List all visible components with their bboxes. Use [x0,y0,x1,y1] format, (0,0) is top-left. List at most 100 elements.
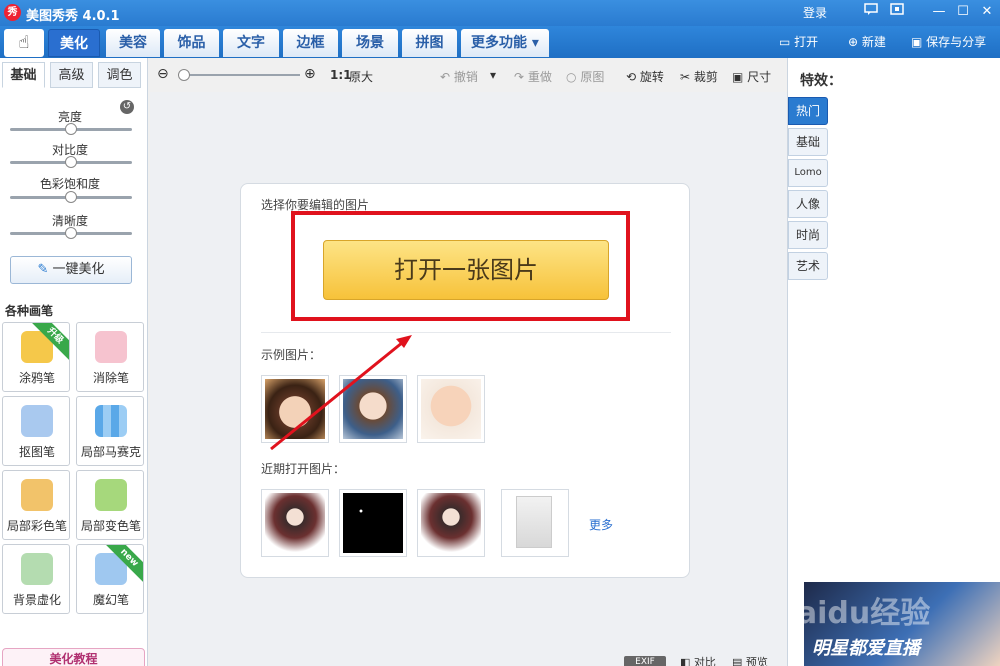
tab-beautify[interactable]: 美化 [48,29,100,57]
brush-magic[interactable]: new 魔幻笔 [76,544,144,614]
sharpness-slider[interactable] [10,227,132,239]
fx-tab-portrait[interactable]: 人像 [788,190,828,218]
brush-label: 魔幻笔 [92,593,129,607]
more-link[interactable]: 更多 [589,516,613,533]
message-icon[interactable] [860,3,882,21]
recent-image-2[interactable] [339,489,407,557]
undo-label: 撤销 [453,70,478,84]
close-button[interactable]: ✕ [976,3,998,21]
recent-images-title: 近期打开图片： [261,462,346,476]
sharpness-knob[interactable] [65,227,77,239]
brush-cutout[interactable]: 抠图笔 [2,396,70,466]
plus-circle-icon: ⊕ [848,35,859,49]
brush-label: 局部马赛克 [80,445,141,459]
tab-collage[interactable]: 拼图 [402,29,457,57]
fx-tab-basic[interactable]: 基础 [788,128,828,156]
brush-graffiti[interactable]: 升级 涂鸦笔 [2,322,70,392]
brush-background-blur[interactable]: 背景虚化 [2,544,70,614]
brush-label: 消除笔 [92,371,129,385]
zoom-in-icon[interactable]: ⊕ [304,66,316,82]
zoom-slider[interactable] [178,69,300,81]
recent-image-1[interactable] [261,489,329,557]
preview-button[interactable]: ▤ 预览 [732,654,768,666]
open-action-label: 打开 [794,35,819,49]
zoom-knob[interactable] [178,69,190,81]
tab-text[interactable]: 文字 [223,29,279,57]
fx-tab-art[interactable]: 艺术 [788,252,828,280]
subtab-basic[interactable]: 基础 [2,62,45,88]
brush-eraser[interactable]: 消除笔 [76,322,144,392]
rotate-button[interactable]: ⟲ 旋转 [626,68,664,85]
tab-accessories[interactable]: 饰品 [164,29,219,57]
pen-cutout-icon [21,405,53,437]
rotate-icon: ⟲ [626,70,637,84]
one-click-beautify-button[interactable]: ✎ 一键美化 [10,256,132,284]
brightness-knob[interactable] [65,123,77,135]
bottom-bar: EXIF ◧ 对比 ▤ 预览 [150,652,787,666]
brush-mosaic[interactable]: 局部马赛克 [76,396,144,466]
original-image-button[interactable]: ○ 原图 [566,68,604,85]
sample-image-2[interactable] [339,375,407,443]
one-click-label: 一键美化 [52,262,105,277]
divider [261,332,671,333]
brush-color-change[interactable]: 局部变色笔 [76,470,144,540]
brush-label: 涂鸦笔 [18,371,55,385]
brushes-title: 各种画笔 [5,304,54,318]
hand-tool-button[interactable]: ☝ [4,29,44,57]
tab-more-features[interactable]: 更多功能 ▾ [461,29,549,57]
original-size-button[interactable]: 原大 [349,68,373,85]
document-thumbnail [516,496,552,548]
ad-banner[interactable]: Baidu经验 明星都爱直播 [804,582,1000,666]
ad-text: 明星都爱直播 [812,638,920,659]
fx-tab-lomo[interactable]: Lomo [788,159,828,187]
redo-button[interactable]: ↷ 重做 [514,68,552,85]
login-link[interactable]: 登录 [803,4,827,21]
crop-label: 裁剪 [693,70,718,84]
paint-bucket-icon [95,479,127,511]
undo-icon: ↶ [440,70,451,84]
subtab-color[interactable]: 调色 [98,62,141,88]
size-label: 尺寸 [747,70,772,84]
folder-icon: ▭ [779,35,791,49]
saturation-label: 色彩饱和度 [39,177,100,191]
image-toolbar: ⊖ ⊕ 1:1 原大 ↶ 撤销 ▾ ↷ 重做 ○ 原图 ⟲ 旋转 ✂ 裁剪 ▣ … [150,58,787,92]
undo-button[interactable]: ↶ 撤销 [440,68,478,85]
original-label: 原图 [580,70,605,84]
preview-icon: ▤ [732,656,743,666]
recent-image-4[interactable] [501,489,569,557]
subtab-advanced[interactable]: 高级 [50,62,93,88]
recent-image-3[interactable] [417,489,485,557]
compare-button[interactable]: ◧ 对比 [680,654,716,666]
crop-button[interactable]: ✂ 裁剪 [680,68,718,85]
saturation-knob[interactable] [65,191,77,203]
zoom-out-icon[interactable]: ⊖ [157,66,169,82]
open-action[interactable]: ▭ 打开 [779,33,818,50]
brightness-slider[interactable] [10,123,132,135]
skin-icon[interactable] [886,3,908,21]
fx-tab-fashion[interactable]: 时尚 [788,221,828,249]
saturation-slider[interactable] [10,191,132,203]
sample-image-1[interactable] [261,375,329,443]
undo-dropdown-icon[interactable]: ▾ [490,68,496,82]
brush-partial-color[interactable]: 局部彩色笔 [2,470,70,540]
minimize-button[interactable]: — [928,3,950,21]
size-button[interactable]: ▣ 尺寸 [732,68,771,85]
exif-button[interactable]: EXIF [624,656,666,666]
character-thumbnail [421,493,481,553]
color-brush-icon [21,479,53,511]
fx-tab-hot[interactable]: 热门 [788,97,828,125]
new-action[interactable]: ⊕ 新建 [848,33,886,50]
character-thumbnail [265,493,325,553]
app-title: 美图秀秀 4.0.1 [26,9,120,24]
tutorial-link[interactable]: 美化教程 [2,648,145,666]
maximize-button[interactable]: ☐ [952,3,974,21]
tab-beauty[interactable]: 美容 [106,29,160,57]
save-share-action[interactable]: ▣ 保存与分享 [911,33,986,50]
baby-thumbnail [421,379,481,439]
sample-image-3[interactable] [417,375,485,443]
contrast-knob[interactable] [65,156,77,168]
open-image-button[interactable]: 打开一张图片 [323,240,609,300]
tab-scene[interactable]: 场景 [342,29,398,57]
contrast-slider[interactable] [10,156,132,168]
tab-frame[interactable]: 边框 [283,29,338,57]
